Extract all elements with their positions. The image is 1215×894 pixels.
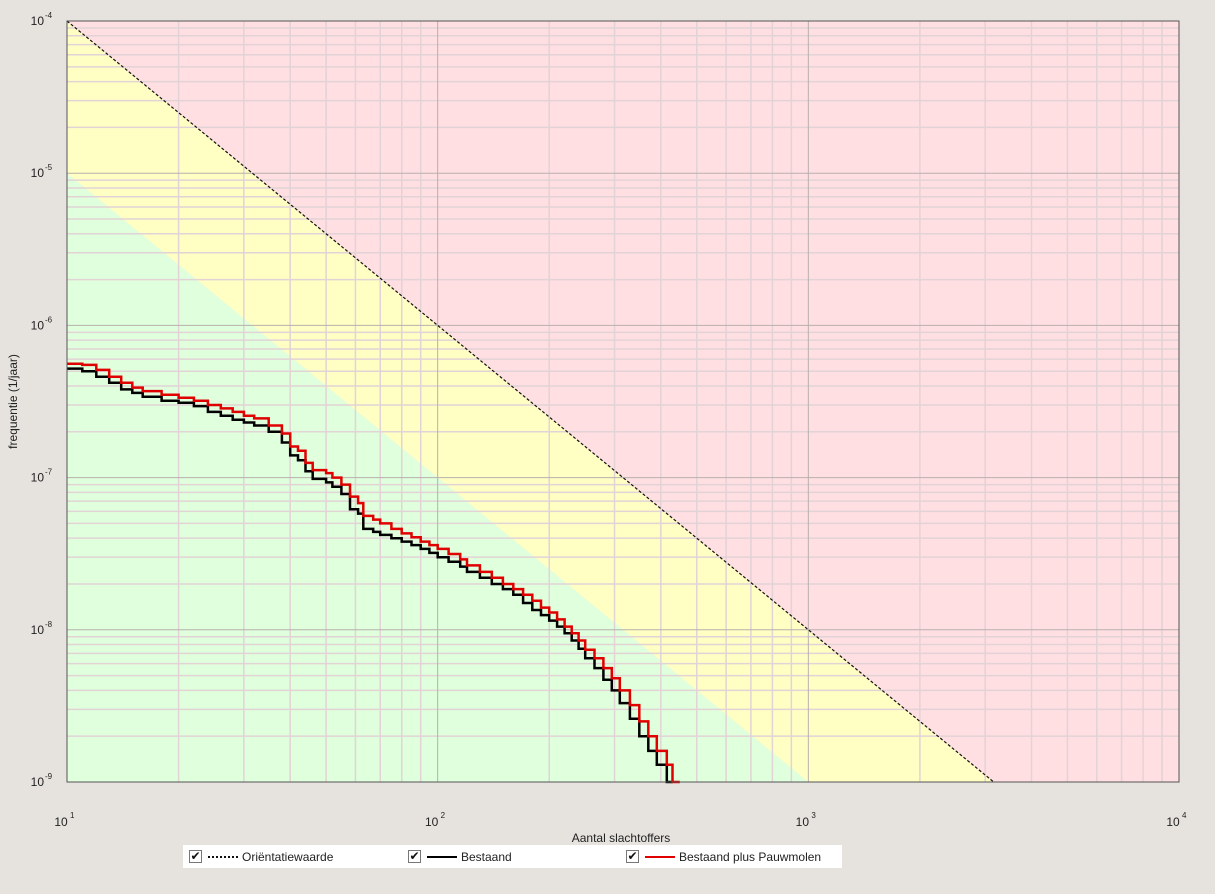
y-tick-label: 10 xyxy=(31,623,45,637)
legend-item-bestaand-plus-pauwmolen[interactable]: ✔ Bestaand plus Pauwmolen xyxy=(626,848,821,865)
black-line-swatch-icon xyxy=(427,855,457,858)
legend-label: Bestaand xyxy=(461,849,512,864)
checkbox-checked-icon[interactable]: ✔ xyxy=(626,850,639,863)
y-tick-label: 10 xyxy=(31,318,45,332)
x-tick-labels: 10 1 10 2 10 3 10 4 xyxy=(54,811,1187,829)
x-tick-label: 10 xyxy=(54,815,68,829)
x-tick-exponent: 4 xyxy=(1182,811,1187,820)
x-tick-exponent: 1 xyxy=(70,811,75,820)
legend-item-orientatiewaarde[interactable]: ✔ Oriëntatiewaarde xyxy=(189,848,333,865)
y-tick-label: 10 xyxy=(31,14,45,28)
x-tick-label: 10 xyxy=(1166,815,1180,829)
y-tick-exponent: -4 xyxy=(45,11,53,20)
red-line-swatch-icon xyxy=(645,855,675,858)
x-axis-label: Aantal slachtoffers xyxy=(572,831,671,845)
checkbox-checked-icon[interactable]: ✔ xyxy=(189,850,202,863)
x-tick-exponent: 3 xyxy=(811,811,816,820)
y-axis-label: frequentie (1/jaar) xyxy=(6,354,20,449)
y-tick-exponent: -7 xyxy=(45,468,53,477)
y-tick-exponent: -9 xyxy=(45,772,53,781)
y-tick-exponent: -5 xyxy=(45,163,53,172)
y-tick-label: 10 xyxy=(31,166,45,180)
legend: ✔ Oriëntatiewaarde ✔ Bestaand ✔ Bestaand… xyxy=(183,845,842,868)
risk-zones xyxy=(67,21,1179,782)
x-tick-label: 10 xyxy=(425,815,439,829)
legend-item-bestaand[interactable]: ✔ Bestaand xyxy=(408,848,512,865)
legend-label: Oriëntatiewaarde xyxy=(242,849,334,864)
dotted-line-swatch-icon xyxy=(208,855,238,858)
x-tick-exponent: 2 xyxy=(441,811,446,820)
fn-curve-chart: 10 1 10 2 10 3 10 4 10 -410 -510 -610 -710 -810 -9 Aa… xyxy=(6,11,1187,845)
legend-label: Bestaand plus Pauwmolen xyxy=(679,849,822,864)
checkbox-checked-icon[interactable]: ✔ xyxy=(408,850,421,863)
y-tick-labels: 10 -410 -510 -610 -710 -810 -9 xyxy=(31,11,53,789)
y-tick-label: 10 xyxy=(31,471,45,485)
y-tick-exponent: -8 xyxy=(45,620,53,629)
y-tick-label: 10 xyxy=(31,775,45,789)
x-tick-label: 10 xyxy=(796,815,810,829)
y-tick-exponent: -6 xyxy=(45,315,53,324)
